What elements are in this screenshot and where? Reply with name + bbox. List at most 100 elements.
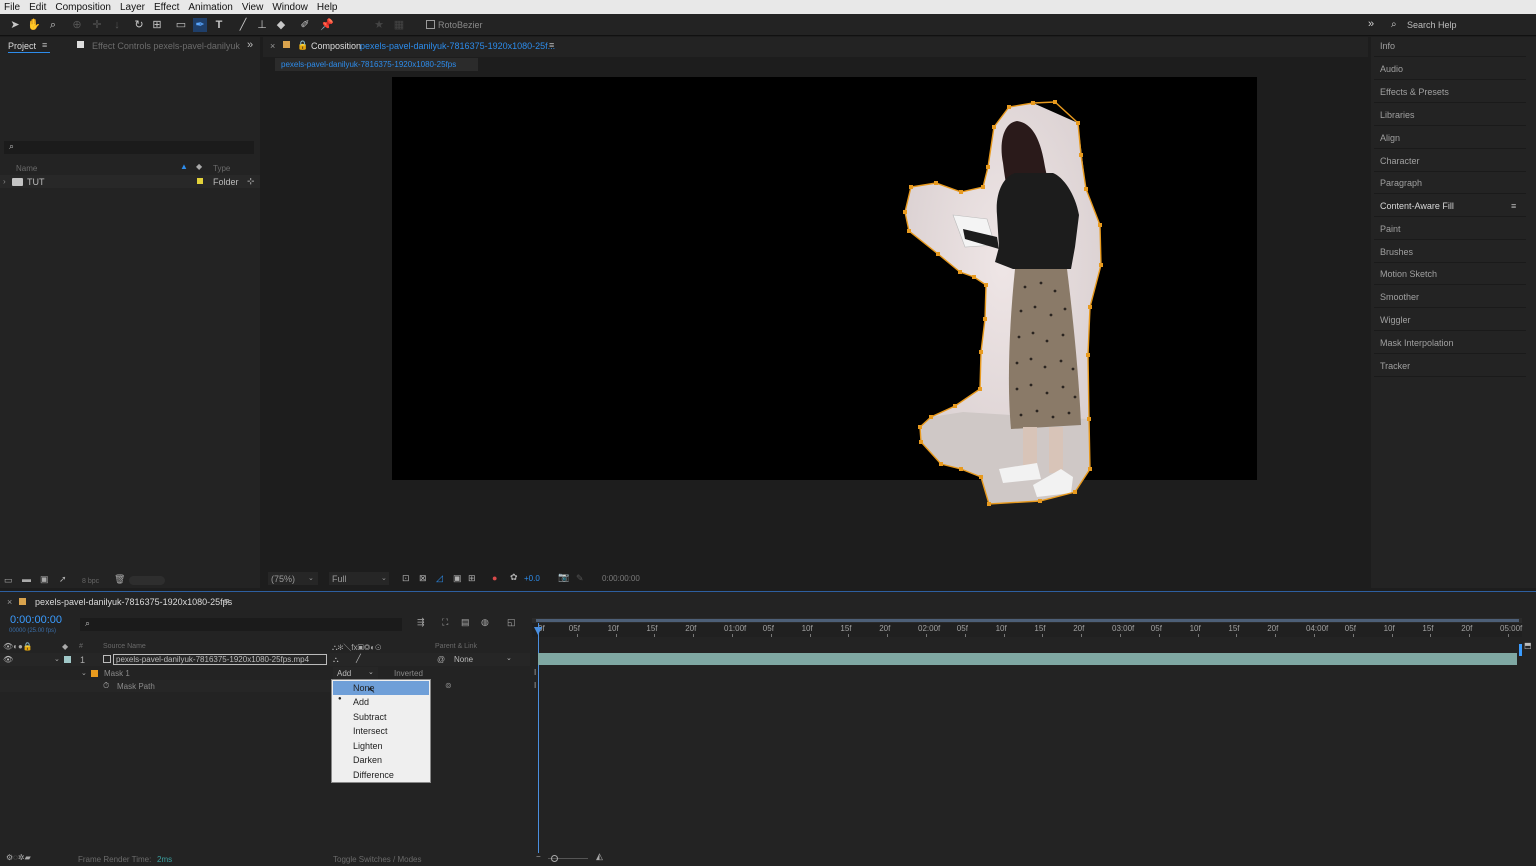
column-name-header[interactable]: Name (16, 164, 37, 173)
dolly-tool-icon[interactable]: ↓ (110, 18, 124, 32)
panel-content-aware-fill[interactable]: Content-Aware Fill (1374, 195, 1526, 217)
composition-menu-icon[interactable]: ≡ (549, 40, 554, 50)
link-icon[interactable]: ⊚ (445, 681, 452, 690)
graph-editor-icon[interactable]: ◱ (507, 617, 516, 628)
option-lighten[interactable]: Lighten (332, 739, 430, 753)
grid-guides-icon[interactable]: ⊞ (468, 573, 476, 584)
panel-paragraph[interactable]: Paragraph (1374, 172, 1526, 194)
mask-color-swatch[interactable] (91, 670, 98, 677)
type-tool-icon[interactable]: T (212, 18, 226, 32)
zoom-out-icon[interactable]: − (536, 852, 541, 861)
composition-tab-prefix[interactable]: Composition (311, 41, 361, 51)
orbit-tool-icon[interactable]: ⊕ (70, 18, 84, 32)
workspace-expand-icon[interactable]: » (1368, 18, 1374, 30)
keyframe-navigator-icon[interactable]: I (534, 668, 536, 677)
rotation-tool-icon[interactable]: ↻ (132, 18, 146, 32)
panel-mask-interpolation[interactable]: Mask Interpolation (1374, 332, 1526, 354)
composition-tab-name[interactable]: pexels-pavel-danilyuk-7816375-1920x1080-… (360, 41, 555, 51)
expand-arrow-icon[interactable]: › (3, 177, 6, 186)
color-management-icon[interactable]: ✿ (510, 572, 518, 583)
panel-audio[interactable]: Audio (1374, 58, 1526, 80)
zoom-in-icon[interactable]: ◭ (596, 851, 603, 862)
panel-character[interactable]: Character (1374, 150, 1526, 172)
timeline-search-input[interactable] (80, 618, 402, 631)
label-tag-icon[interactable]: ◆ (196, 162, 202, 171)
panel-tracker[interactable]: Tracker (1374, 355, 1526, 377)
roto-brush-tool-icon[interactable]: ✐ (298, 18, 312, 32)
panel-info[interactable]: Info (1374, 35, 1526, 57)
current-time-display[interactable]: 0:00:00:00 (10, 614, 62, 626)
bit-depth-button[interactable]: 8 bpc (82, 578, 99, 585)
pen-tool-icon[interactable]: ✒ (193, 18, 207, 32)
new-folder-icon[interactable]: ▬ (22, 574, 31, 584)
quality-switch-icon[interactable]: ╱ (356, 654, 361, 663)
toggle-switches-modes[interactable]: Toggle Switches / Modes (333, 855, 422, 864)
time-ruler[interactable] (532, 623, 1522, 637)
mask-inverted-label[interactable]: Inverted (394, 669, 423, 678)
snapping-icon[interactable]: ★ (372, 18, 386, 32)
snapshot-icon[interactable]: 📷 (558, 572, 569, 583)
exposure-value[interactable]: +0.0 (524, 574, 540, 583)
sort-ascending-icon[interactable]: ▲ (180, 162, 188, 171)
close-tab-icon[interactable]: × (270, 41, 275, 51)
interpret-footage-icon[interactable]: ▭ (4, 575, 13, 586)
anchor-point-tool-icon[interactable]: ⊞ (150, 18, 164, 32)
work-area-range[interactable] (536, 619, 1519, 622)
label-column-icon[interactable]: ◆ (62, 642, 68, 651)
mask-path-row[interactable] (0, 680, 330, 692)
option-add[interactable]: Add (332, 695, 430, 709)
rotobezier-checkbox[interactable] (426, 20, 435, 29)
show-snapshot-icon[interactable]: ✎ (576, 573, 584, 584)
frame-blending-icon[interactable]: ▤ (461, 617, 470, 628)
menu-layer[interactable]: Layer (120, 2, 145, 13)
brush-tool-icon[interactable]: ╱ (236, 18, 250, 32)
parent-link-header[interactable]: Parent & Link (435, 643, 477, 650)
option-difference[interactable]: Difference (332, 768, 430, 782)
zoom-slider-thumb[interactable] (551, 855, 558, 862)
mask-path-label[interactable]: Mask Path (117, 682, 155, 691)
option-darken[interactable]: Darken (332, 753, 430, 767)
snap-options-icon[interactable]: ▦ (392, 18, 406, 32)
search-help-input[interactable]: Search Help (1407, 20, 1457, 30)
puppet-tool-icon[interactable]: 📌 (320, 18, 334, 32)
option-intersect[interactable]: Intersect (332, 724, 430, 738)
delete-icon[interactable]: 🗑 (114, 574, 125, 585)
channel-icon[interactable]: ● (492, 573, 497, 583)
timeline-tab-name[interactable]: pexels-pavel-danilyuk-7816375-1920x1080-… (35, 597, 232, 607)
panel-wiggler[interactable]: Wiggler (1374, 309, 1526, 331)
keyframe-indicator-icon[interactable]: I (534, 681, 536, 690)
stopwatch-icon[interactable]: ⏱ (103, 681, 109, 691)
timeline-menu-icon[interactable]: ≡ (224, 596, 229, 606)
clone-stamp-tool-icon[interactable]: ⊥ (255, 18, 269, 32)
transparency-grid-icon[interactable]: ⊠ (419, 573, 427, 584)
mask-name[interactable]: Mask 1 (104, 669, 130, 678)
timeline-footer-icons[interactable]: ⚙◌✲▰ (6, 853, 31, 862)
panel-libraries[interactable]: Libraries (1374, 104, 1526, 126)
eraser-tool-icon[interactable]: ◆ (274, 18, 288, 32)
menu-file[interactable]: File (4, 2, 20, 13)
composition-viewer[interactable] (392, 77, 1257, 480)
source-name-header[interactable]: Source Name (103, 643, 146, 650)
panel-align[interactable]: Align (1374, 127, 1526, 149)
panel-paint[interactable]: Paint (1374, 218, 1526, 240)
tab-effect-controls[interactable]: Effect Controls pexels-pavel-danilyuk (92, 41, 240, 51)
panel-menu-icon[interactable]: ≡ (1511, 201, 1516, 211)
option-subtract[interactable]: Subtract (332, 710, 430, 724)
menu-view[interactable]: View (242, 2, 264, 13)
tab-project[interactable]: Project (8, 41, 36, 51)
new-composition-icon[interactable]: ▣ (40, 574, 49, 585)
menu-animation[interactable]: Animation (188, 2, 232, 13)
layer-label-swatch[interactable] (64, 656, 71, 663)
pan-behind-tool-icon[interactable]: ✛ (90, 18, 104, 32)
menu-effect[interactable]: Effect (154, 2, 179, 13)
thumbnail-size-slider[interactable] (129, 576, 165, 585)
lock-icon[interactable]: 🔒 (297, 40, 308, 51)
hand-tool-icon[interactable]: ✋ (27, 18, 41, 32)
motion-blur-icon[interactable]: ◍ (481, 617, 489, 628)
region-of-interest-icon[interactable]: ▣ (453, 573, 462, 584)
selection-tool-icon[interactable]: ➤ (8, 18, 22, 32)
fast-previews-icon[interactable]: ⊡ (402, 573, 410, 584)
menu-window[interactable]: Window (272, 2, 308, 13)
panel-brushes[interactable]: Brushes (1374, 241, 1526, 263)
panel-smoother[interactable]: Smoother (1374, 286, 1526, 308)
